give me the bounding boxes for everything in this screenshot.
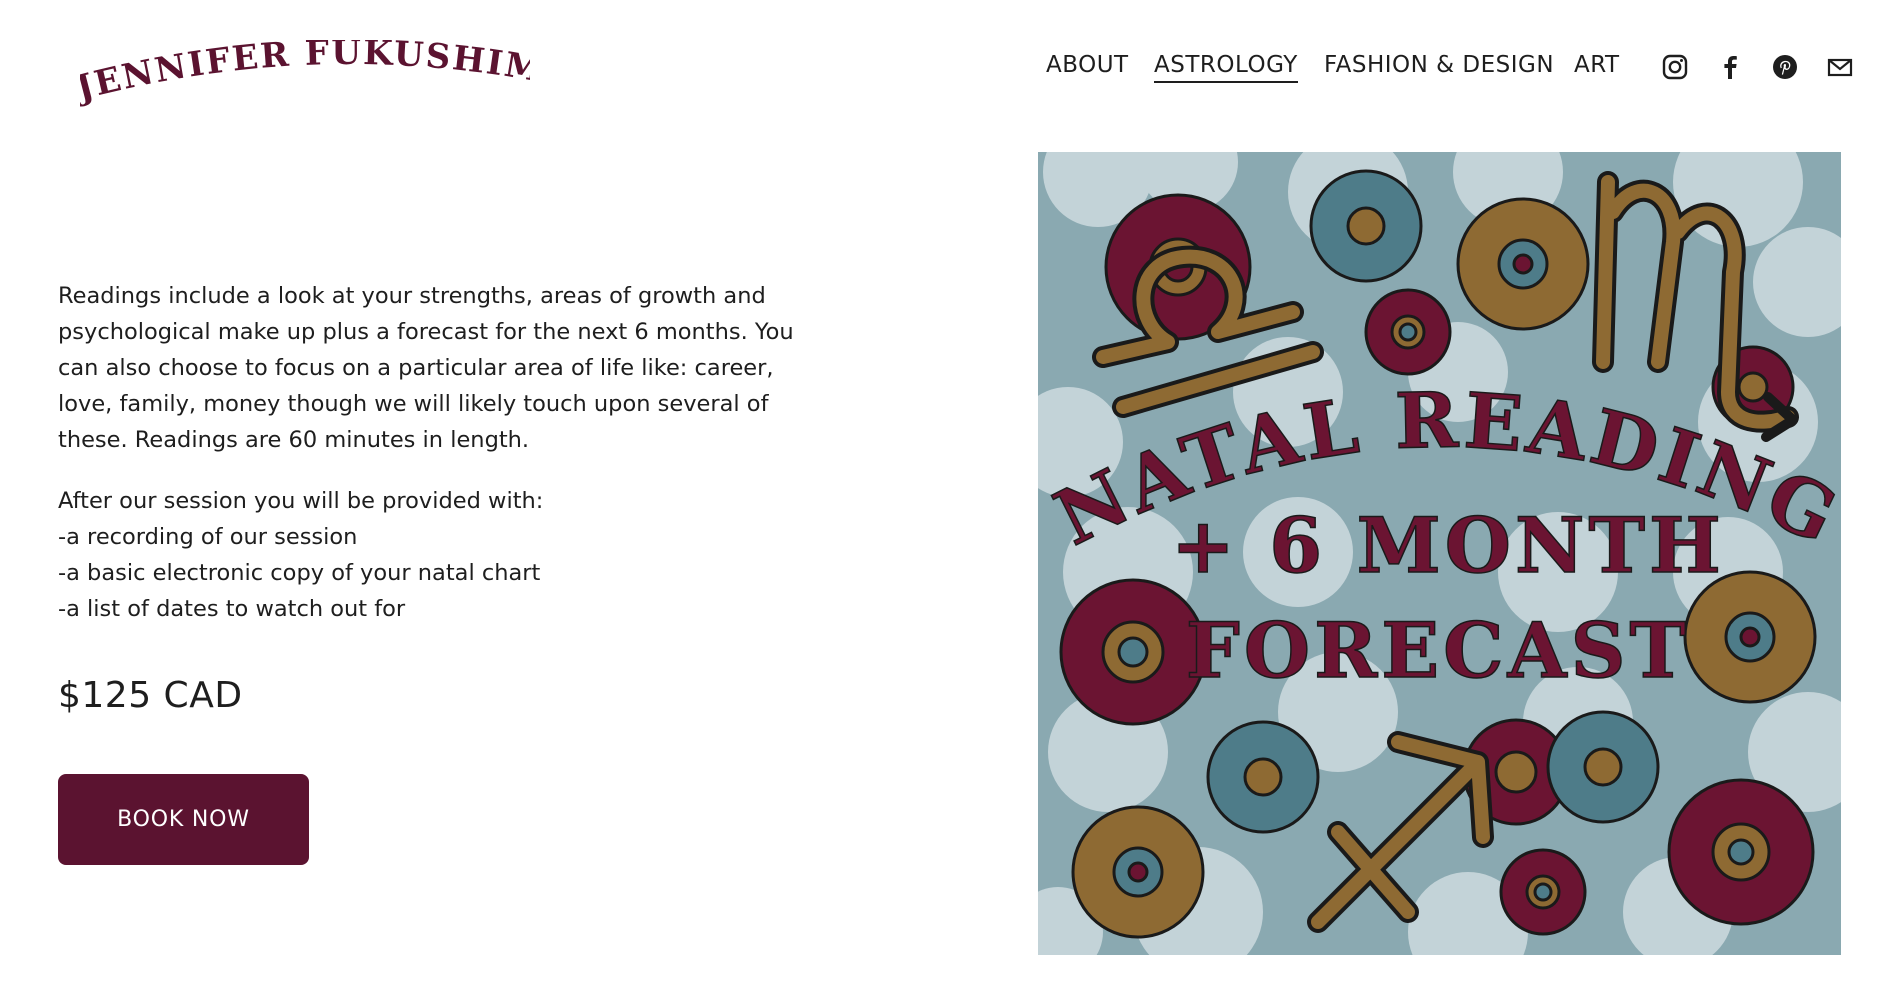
email-icon[interactable] <box>1825 52 1855 82</box>
description-line: Readings include a look at your strength… <box>58 283 766 309</box>
book-now-button[interactable]: BOOK NOW <box>58 774 309 865</box>
price: $125 CAD <box>58 675 243 716</box>
site-logo[interactable]: JENNIFER FUKUSHIMA <box>65 9 545 110</box>
natal-reading-artwork: NATAL READING + 6 MONTH FORECAST <box>1013 112 1868 982</box>
main-nav: ABOUT ASTROLOGY FASHION & DESIGN ART <box>1030 52 1895 92</box>
facebook-icon[interactable] <box>1715 52 1745 82</box>
nav-about[interactable]: ABOUT <box>1046 52 1129 78</box>
nav-art[interactable]: ART <box>1574 52 1620 78</box>
deliverable-item: -a list of dates to watch out for <box>58 596 406 622</box>
logo-wordmark: JENNIFER FUKUSHIMA <box>65 9 545 109</box>
reading-description: Readings include a look at your strength… <box>58 278 858 627</box>
nav-fashion-design[interactable]: FASHION & DESIGN <box>1324 52 1554 78</box>
instagram-icon[interactable] <box>1660 52 1690 82</box>
svg-text:JENNIFER FUKUSHIMA: JENNIFER FUKUSHIMA <box>80 40 530 109</box>
artwork-title-line-3: FORECAST <box>1186 606 1690 695</box>
deliverables-list: After our session you will be provided w… <box>58 483 858 627</box>
description-line: these. Readings are 60 minutes in length… <box>58 427 530 453</box>
deliverables-heading: After our session you will be provided w… <box>58 488 544 514</box>
description-line: can also choose to focus on a particular… <box>58 355 774 381</box>
artwork-illustration: NATAL READING + 6 MONTH FORECAST <box>1013 112 1868 982</box>
nav-astrology[interactable]: ASTROLOGY <box>1154 52 1298 83</box>
description-line: psychological make up plus a forecast fo… <box>58 319 794 345</box>
description-paragraph: Readings include a look at your strength… <box>58 278 858 458</box>
description-line: love, family, money though we will likel… <box>58 391 769 417</box>
deliverable-item: -a basic electronic copy of your natal c… <box>58 560 541 586</box>
deliverable-item: -a recording of our session <box>58 524 358 550</box>
pinterest-icon[interactable] <box>1770 52 1800 82</box>
artwork-title-line-2: + 6 MONTH <box>1171 501 1725 590</box>
logo-text: JENNIFER FUKUSHIMA <box>65 9 545 109</box>
